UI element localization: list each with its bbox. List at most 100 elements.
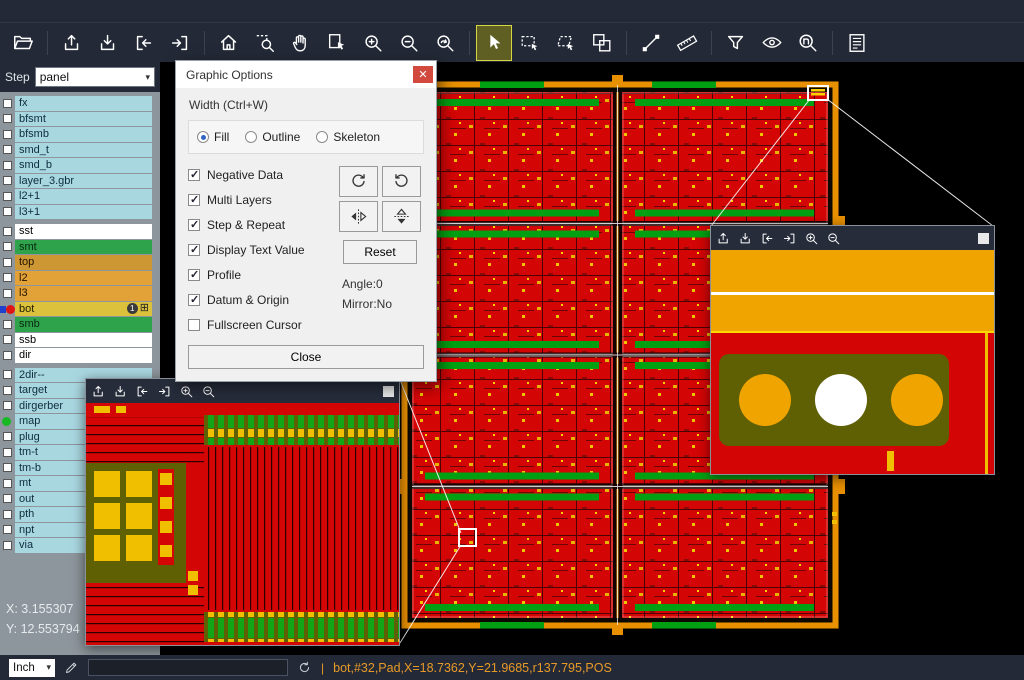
report-button[interactable] [840,26,874,60]
import-down-icon[interactable] [113,384,128,399]
pointer-tool-button[interactable] [477,26,511,60]
layer-checkbox[interactable] [3,510,12,519]
layer-checkbox[interactable] [3,463,12,472]
zoom-in-icon[interactable] [804,231,819,246]
layer-checkbox[interactable] [3,242,12,251]
flip-horizontal-button[interactable] [339,201,378,232]
magnifier-handle[interactable] [978,233,989,244]
zoom-out-icon[interactable] [826,231,841,246]
dialog-close-button[interactable]: Close [188,345,424,369]
flip-vertical-button[interactable] [382,201,421,232]
layer-checkbox[interactable] [3,289,12,298]
import-down-icon[interactable] [738,231,753,246]
rect-select-button[interactable] [513,26,547,60]
poly-select-button[interactable] [549,26,583,60]
export-right-icon[interactable] [157,384,172,399]
layer-checkbox[interactable] [3,335,12,344]
layer-checkbox[interactable] [3,227,12,236]
line-measure-button[interactable] [634,26,668,60]
open-file-button[interactable] [6,26,40,60]
layer-checkbox[interactable] [3,161,12,170]
layer-row[interactable]: smd_b [0,158,160,173]
layer-checkbox[interactable] [3,320,12,329]
layer-row[interactable]: layer_3.gbr [0,174,160,189]
overlay-compare-button[interactable] [585,26,619,60]
layer-checkbox[interactable] [3,541,12,550]
select-object-button[interactable] [320,26,354,60]
layer-row[interactable]: sst [0,224,160,239]
dialog-titlebar[interactable]: Graphic Options ✕ [176,61,436,88]
checkbox-option[interactable]: Negative Data [188,168,336,182]
layer-checkbox[interactable] [3,525,12,534]
pan-button[interactable] [284,26,318,60]
pencil-icon[interactable] [64,660,79,675]
layer-checkbox[interactable] [3,258,12,267]
layer-row[interactable]: bot 1 ⊞ [0,302,160,317]
command-input[interactable] [88,659,288,676]
export-right-button[interactable] [163,26,197,60]
layer-checkbox[interactable] [3,432,12,441]
sync-icon[interactable] [297,660,312,675]
layer-row[interactable]: bfsmt [0,112,160,127]
layer-row[interactable]: fx [0,96,160,111]
magnifier-handle[interactable] [383,386,394,397]
find-text-button[interactable] [791,26,825,60]
layer-row[interactable]: smb [0,317,160,332]
layer-row[interactable]: l2 [0,271,160,286]
zoom-window-button[interactable] [248,26,282,60]
import-up-button[interactable] [55,26,89,60]
layer-checkbox[interactable] [3,370,12,379]
layer-row[interactable]: top [0,255,160,270]
unit-select[interactable]: Inch ▾ [9,659,55,677]
zoom-out-button[interactable] [392,26,426,60]
layer-checkbox[interactable] [3,386,12,395]
layer-checkbox[interactable] [3,192,12,201]
export-left-button[interactable] [127,26,161,60]
checkbox-option[interactable]: Step & Repeat [188,218,336,232]
export-left-icon[interactable] [135,384,150,399]
zoom-out-icon[interactable] [201,384,216,399]
layer-row[interactable]: bfsmb [0,127,160,142]
checkbox-option[interactable]: Display Text Value [188,243,336,257]
radio-option[interactable]: Fill [197,130,229,144]
zoom-in-button[interactable] [356,26,390,60]
visibility-button[interactable] [755,26,789,60]
layer-checkbox[interactable] [3,448,12,457]
layer-row[interactable]: ssb [0,333,160,348]
checkbox-option[interactable]: Datum & Origin [188,293,336,307]
import-up-icon[interactable] [716,231,731,246]
layer-row[interactable]: l3+1 [0,205,160,220]
magnifier-window-2[interactable] [710,225,995,475]
reset-button[interactable]: Reset [343,240,417,264]
layer-checkbox[interactable] [3,114,12,123]
import-down-button[interactable] [91,26,125,60]
layer-row[interactable]: l2+1 [0,189,160,204]
layer-row[interactable]: l3 [0,286,160,301]
layer-checkbox[interactable] [3,99,12,108]
layer-row[interactable]: dir [0,348,160,363]
export-left-icon[interactable] [760,231,775,246]
radio-option[interactable]: Skeleton [316,130,380,144]
rotate-cw-button[interactable] [339,166,378,197]
radio-option[interactable]: Outline [245,130,300,144]
layer-row[interactable]: smd_t [0,143,160,158]
import-up-icon[interactable] [91,384,106,399]
checkbox-option[interactable]: Profile [188,268,336,282]
rotate-ccw-button[interactable] [382,166,421,197]
layer-checkbox[interactable] [3,273,12,282]
export-right-icon[interactable] [782,231,797,246]
layer-checkbox[interactable] [3,494,12,503]
layer-checkbox[interactable] [3,401,12,410]
ruler-button[interactable] [670,26,704,60]
filter-button[interactable] [719,26,753,60]
checkbox-option[interactable]: Multi Layers [188,193,336,207]
layer-checkbox[interactable] [3,207,12,216]
layer-checkbox[interactable] [3,145,12,154]
magnifier-window-1[interactable] [85,378,400,646]
layer-row[interactable]: smt [0,240,160,255]
home-view-button[interactable] [212,26,246,60]
checkbox-option[interactable]: Fullscreen Cursor [188,318,336,332]
close-icon[interactable]: ✕ [413,66,433,83]
layer-checkbox[interactable] [3,351,12,360]
step-select[interactable]: panel ▾ [35,67,155,87]
